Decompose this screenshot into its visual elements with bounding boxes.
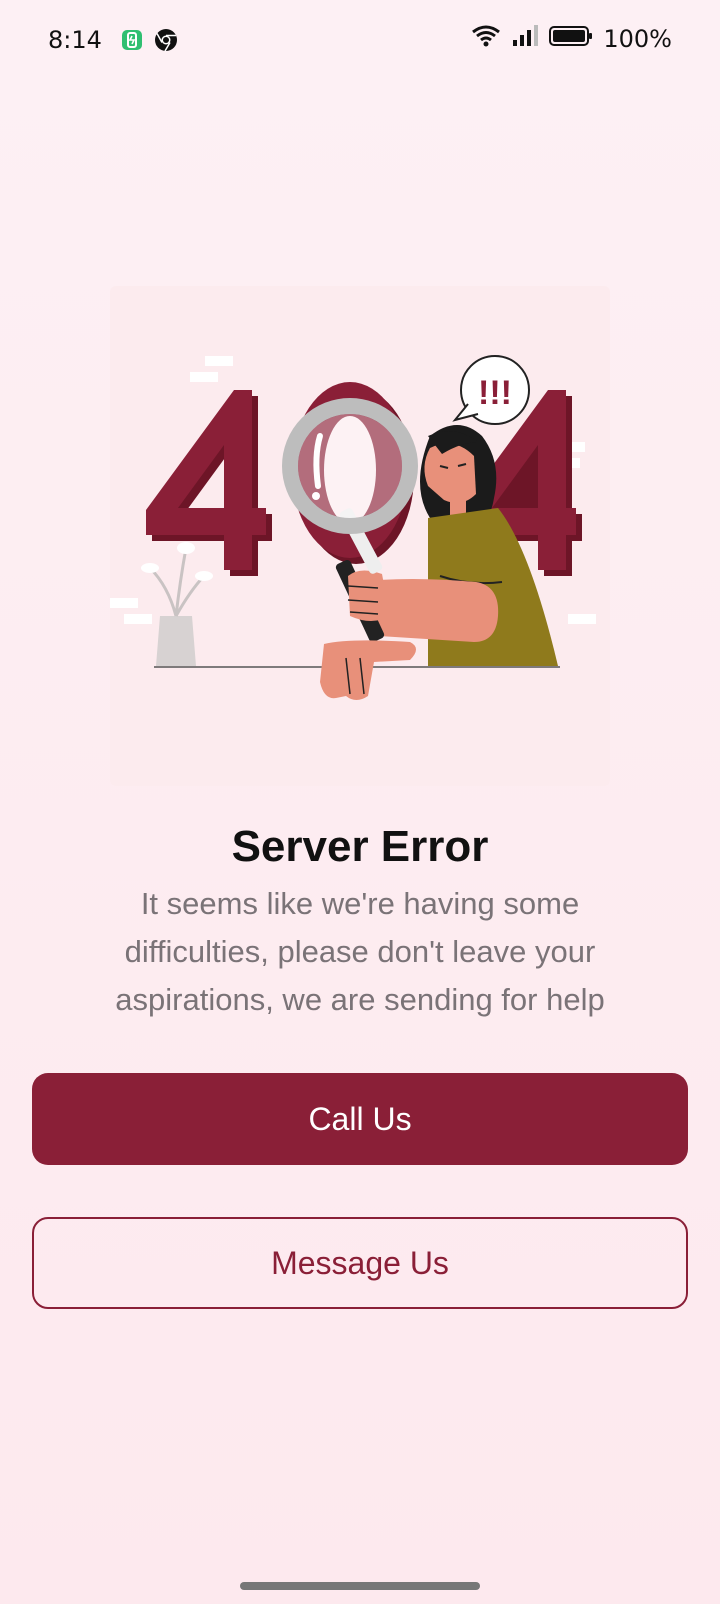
error-illustration: !!!	[110, 286, 610, 786]
battery-saver-icon	[120, 28, 144, 57]
chrome-icon	[154, 28, 178, 57]
battery-percent: 100%	[603, 24, 672, 53]
error-description: It seems like we're having some difficul…	[115, 886, 605, 1017]
wifi-icon	[471, 24, 501, 53]
signal-icon	[511, 24, 539, 53]
status-bar: 8:14 100%	[0, 0, 720, 84]
status-time: 8:14	[48, 26, 102, 54]
speech-text: !!!	[478, 374, 512, 412]
digit-four-left	[146, 390, 272, 576]
speech-bubble: !!!	[452, 355, 530, 425]
status-icons-right: 100%	[471, 24, 672, 53]
plant-vase	[141, 542, 213, 666]
home-indicator[interactable]	[240, 1582, 480, 1590]
battery-icon	[549, 24, 593, 53]
status-icons-left	[120, 28, 178, 57]
404-illustration-svg: !!!	[110, 355, 596, 700]
call-us-button[interactable]: Call Us	[32, 1073, 688, 1165]
error-title: Server Error	[231, 822, 489, 871]
message-us-button[interactable]: Message Us	[32, 1217, 688, 1309]
